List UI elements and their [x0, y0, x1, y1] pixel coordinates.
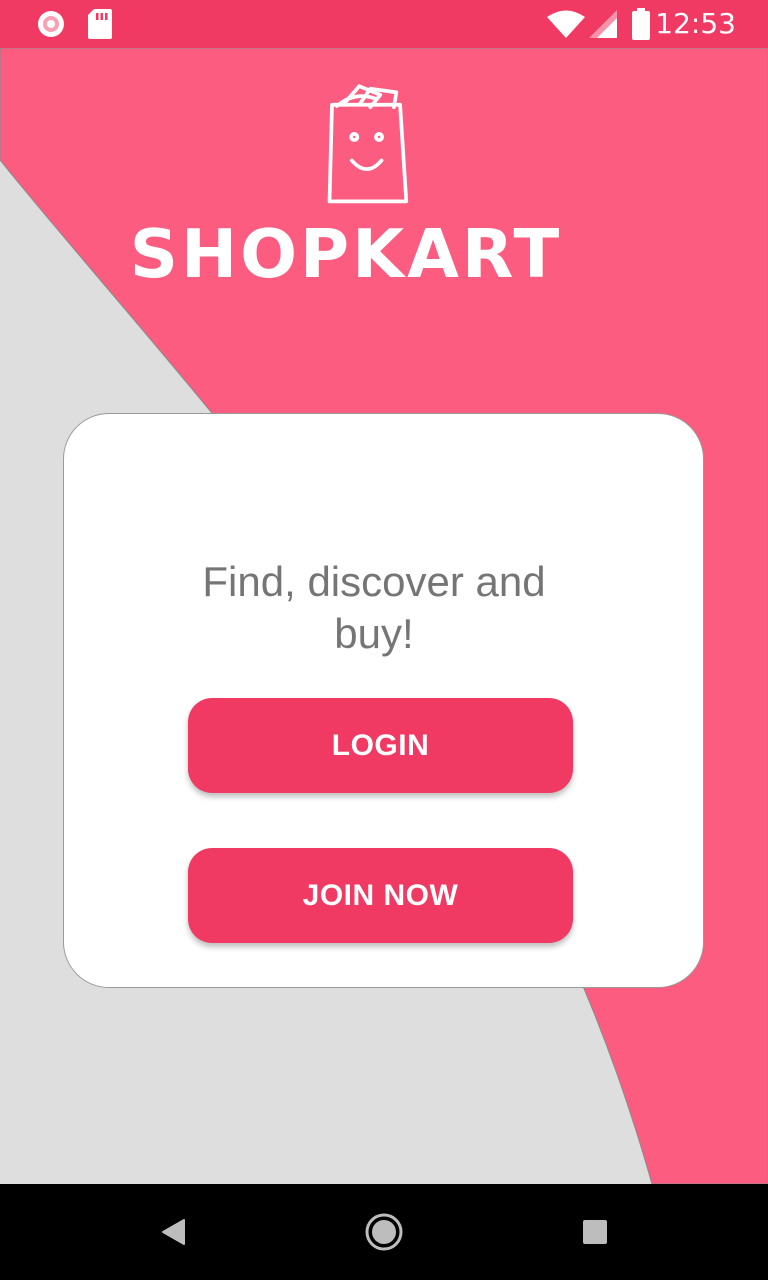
welcome-card: Find, discover and buy! LOGIN JOIN NOW	[63, 413, 704, 988]
sd-card-icon	[88, 9, 112, 39]
join-now-button[interactable]: JOIN NOW	[188, 848, 573, 943]
wifi-icon	[547, 10, 585, 38]
home-icon[interactable]	[356, 1204, 412, 1260]
brand-name: SHOPKART	[129, 215, 563, 293]
status-time: 12:53	[655, 7, 736, 40]
login-button[interactable]: LOGIN	[188, 698, 573, 793]
battery-icon	[632, 8, 650, 40]
back-icon[interactable]	[144, 1204, 200, 1260]
recents-icon[interactable]	[567, 1204, 623, 1260]
welcome-screen: 12:53 SHOPKART Find, discover and buy! L…	[0, 0, 768, 1280]
shopping-bag-smile-icon	[327, 84, 409, 204]
tagline: Find, discover and buy!	[202, 558, 546, 657]
navigation-bar	[0, 1184, 768, 1280]
status-bar: 12:53	[0, 0, 768, 48]
chrome-sync-icon	[38, 11, 64, 37]
signal-icon	[589, 10, 617, 38]
